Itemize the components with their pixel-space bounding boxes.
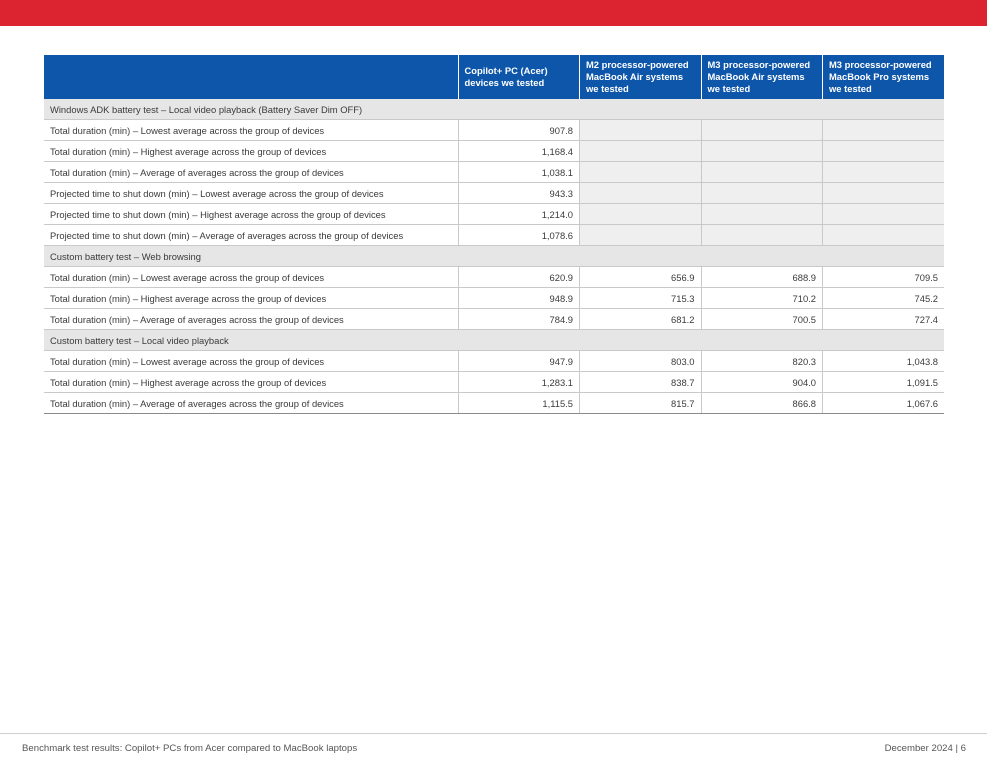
value-cell: 1,091.5 (822, 371, 944, 393)
value-cell: 948.9 (457, 287, 580, 309)
value-cell: 710.2 (700, 287, 823, 309)
value-cell: 838.7 (579, 371, 701, 393)
section-title: Custom battery test – Local video playba… (44, 329, 944, 351)
empty-value-cell (822, 182, 944, 204)
table-row: Total duration (min) – Highest average a… (44, 287, 944, 309)
header-m2-macbook-air: M2 processor-powered MacBook Air systems… (579, 55, 702, 99)
value-cell: 866.8 (700, 392, 823, 414)
empty-value-cell (700, 140, 823, 162)
value-cell: 943.3 (457, 182, 580, 204)
value-cell: 947.9 (457, 350, 580, 372)
row-label: Total duration (min) – Lowest average ac… (44, 119, 458, 141)
row-label: Total duration (min) – Highest average a… (44, 287, 458, 309)
row-label: Projected time to shut down (min) – Lowe… (44, 182, 458, 204)
section-title: Windows ADK battery test – Local video p… (44, 99, 944, 120)
empty-value-cell (579, 140, 701, 162)
value-cell: 745.2 (822, 287, 944, 309)
value-cell: 1,043.8 (822, 350, 944, 372)
empty-value-cell (822, 161, 944, 183)
value-cell: 803.0 (579, 350, 701, 372)
section-header-row: Custom battery test – Local video playba… (44, 329, 944, 351)
empty-value-cell (822, 224, 944, 246)
empty-value-cell (822, 140, 944, 162)
table-row: Total duration (min) – Lowest average ac… (44, 119, 944, 141)
table-row: Total duration (min) – Average of averag… (44, 308, 944, 330)
empty-value-cell (579, 119, 701, 141)
value-cell: 715.3 (579, 287, 701, 309)
empty-value-cell (700, 224, 823, 246)
battery-results-table: Copilot+ PC (Acer) devices we tested M2 … (44, 55, 944, 414)
table-row: Total duration (min) – Average of averag… (44, 161, 944, 183)
value-cell: 620.9 (457, 266, 580, 288)
value-cell: 1,078.6 (457, 224, 580, 246)
table-row: Total duration (min) – Highest average a… (44, 371, 944, 393)
table-header-row: Copilot+ PC (Acer) devices we tested M2 … (44, 55, 944, 99)
section-header-row: Custom battery test – Web browsing (44, 245, 944, 267)
row-label: Total duration (min) – Average of averag… (44, 308, 458, 330)
value-cell: 1,067.6 (822, 392, 944, 414)
footer-date-page: December 2024 | 6 (884, 743, 966, 754)
value-cell: 681.2 (579, 308, 701, 330)
empty-value-cell (700, 119, 823, 141)
row-label: Total duration (min) – Highest average a… (44, 140, 458, 162)
row-label: Total duration (min) – Lowest average ac… (44, 266, 458, 288)
header-copilot-acer: Copilot+ PC (Acer) devices we tested (458, 55, 580, 99)
table-row: Projected time to shut down (min) – High… (44, 203, 944, 225)
section-title: Custom battery test – Web browsing (44, 245, 944, 267)
value-cell: 904.0 (700, 371, 823, 393)
empty-value-cell (579, 161, 701, 183)
value-cell: 727.4 (822, 308, 944, 330)
table-body: Windows ADK battery test – Local video p… (44, 99, 944, 414)
empty-value-cell (579, 224, 701, 246)
value-cell: 656.9 (579, 266, 701, 288)
value-cell: 709.5 (822, 266, 944, 288)
row-label: Total duration (min) – Lowest average ac… (44, 350, 458, 372)
value-cell: 1,038.1 (457, 161, 580, 183)
value-cell: 1,214.0 (457, 203, 580, 225)
table-row: Projected time to shut down (min) – Aver… (44, 224, 944, 246)
empty-value-cell (822, 119, 944, 141)
table-row: Total duration (min) – Average of averag… (44, 392, 944, 414)
header-m3-macbook-pro: M3 processor-powered MacBook Pro systems… (822, 55, 944, 99)
header-blank-cell (44, 55, 459, 99)
empty-value-cell (579, 182, 701, 204)
value-cell: 784.9 (457, 308, 580, 330)
value-cell: 688.9 (700, 266, 823, 288)
value-cell: 1,283.1 (457, 371, 580, 393)
empty-value-cell (822, 203, 944, 225)
empty-value-cell (700, 203, 823, 225)
row-label: Total duration (min) – Highest average a… (44, 371, 458, 393)
row-label: Total duration (min) – Average of averag… (44, 161, 458, 183)
table-row: Projected time to shut down (min) – Lowe… (44, 182, 944, 204)
value-cell: 1,168.4 (457, 140, 580, 162)
section-header-row: Windows ADK battery test – Local video p… (44, 99, 944, 120)
value-cell: 1,115.5 (457, 392, 580, 414)
table-row: Total duration (min) – Lowest average ac… (44, 350, 944, 372)
value-cell: 815.7 (579, 392, 701, 414)
empty-value-cell (700, 161, 823, 183)
value-cell: 820.3 (700, 350, 823, 372)
empty-value-cell (700, 182, 823, 204)
row-label: Projected time to shut down (min) – High… (44, 203, 458, 225)
value-cell: 907.8 (457, 119, 580, 141)
row-label: Projected time to shut down (min) – Aver… (44, 224, 458, 246)
table-row: Total duration (min) – Lowest average ac… (44, 266, 944, 288)
row-label: Total duration (min) – Average of averag… (44, 392, 458, 414)
footer-divider (0, 733, 987, 734)
top-accent-bar (0, 0, 987, 26)
header-m3-macbook-air: M3 processor-powered MacBook Air systems… (701, 55, 823, 99)
table-row: Total duration (min) – Highest average a… (44, 140, 944, 162)
footer-document-title: Benchmark test results: Copilot+ PCs fro… (22, 743, 358, 754)
empty-value-cell (579, 203, 701, 225)
value-cell: 700.5 (700, 308, 823, 330)
